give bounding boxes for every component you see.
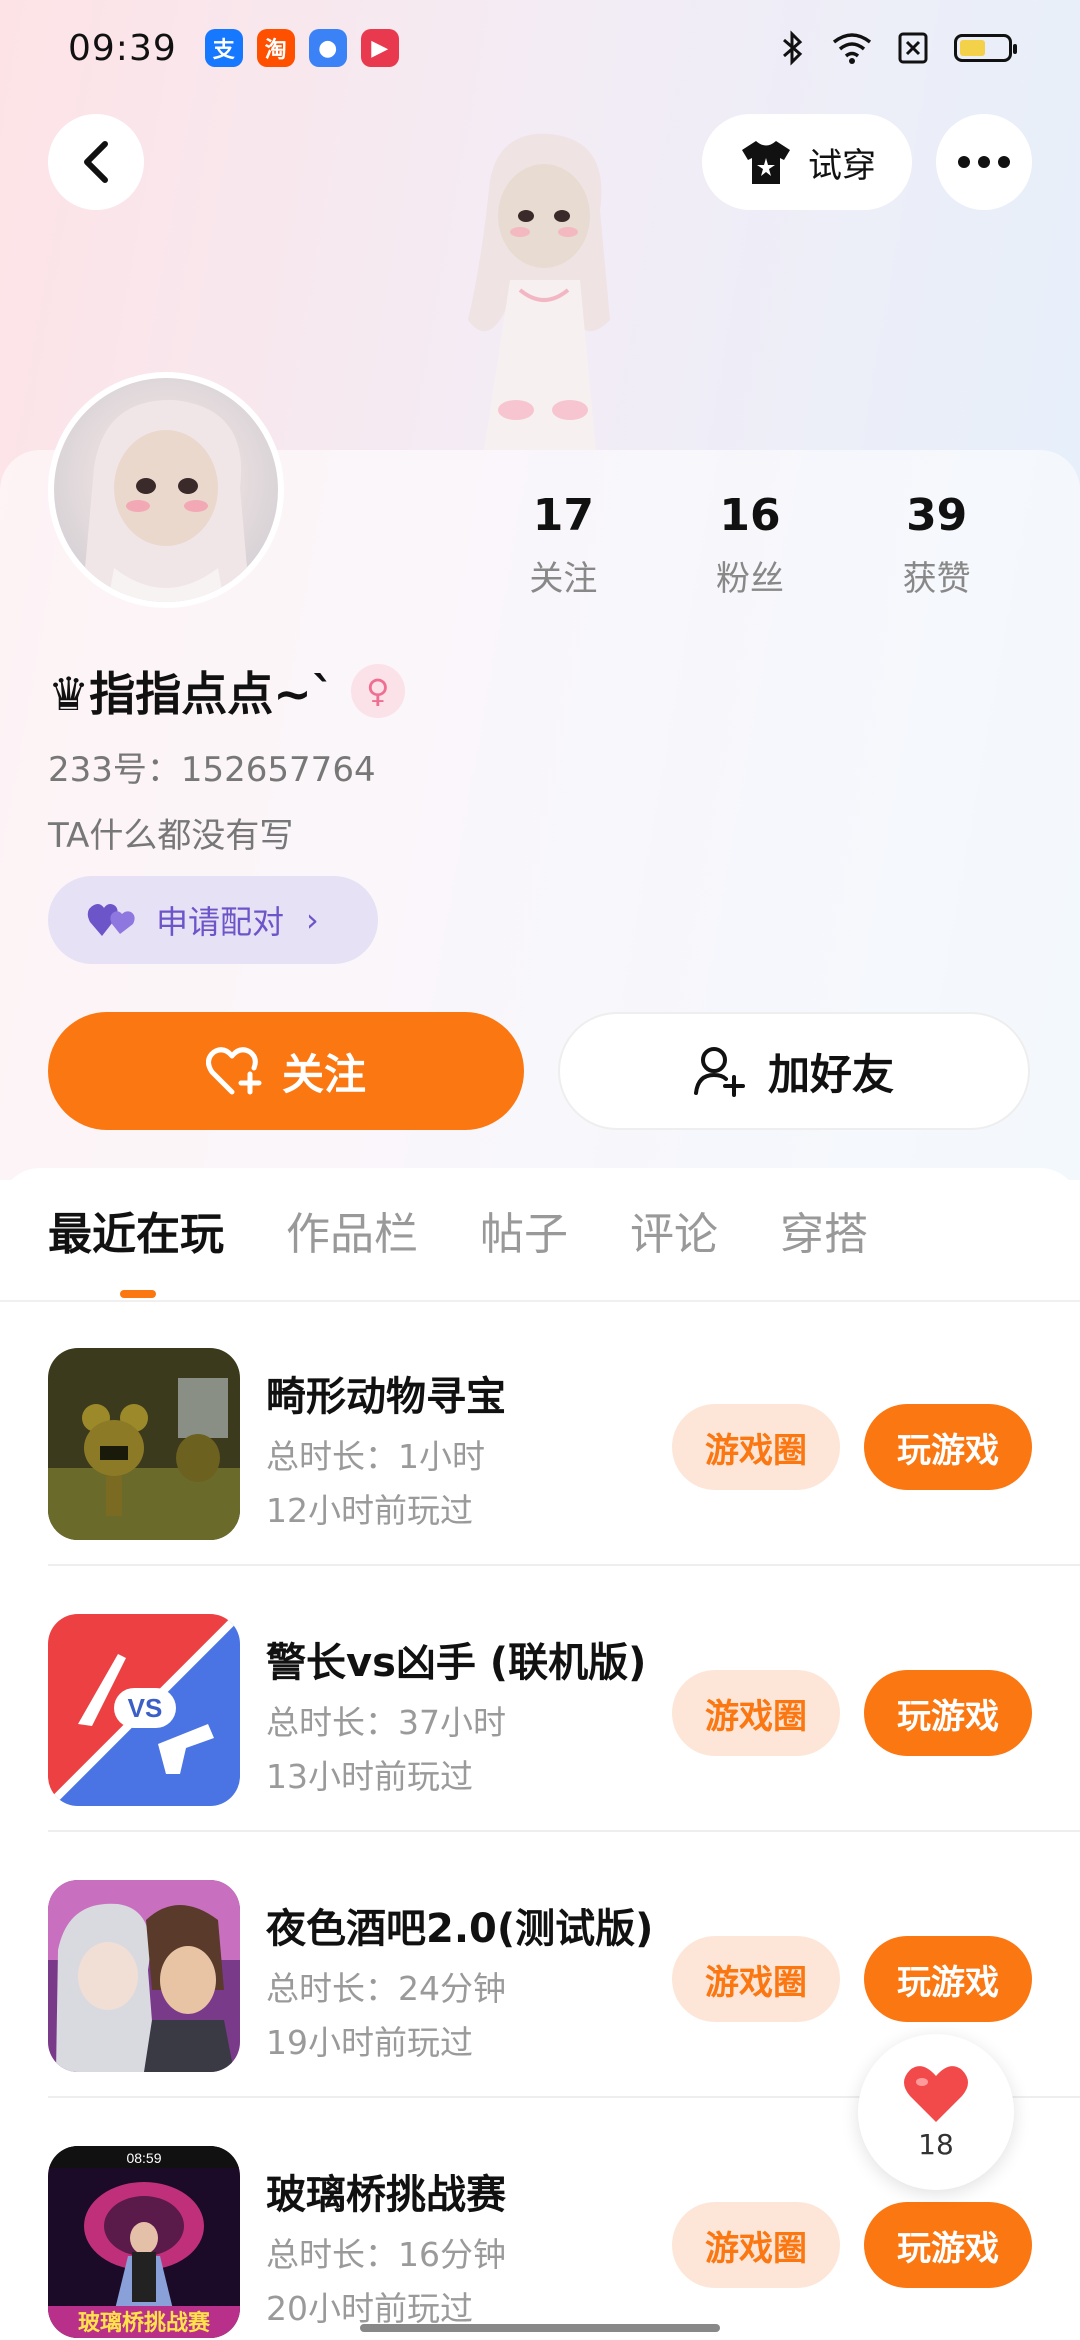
stat-followers-label: 粉丝 — [716, 559, 784, 599]
tab-works[interactable]: 作品栏 — [286, 1198, 418, 1262]
add-user-icon — [693, 1047, 745, 1097]
like-count: 18 — [918, 2127, 954, 2161]
game-title: 夜色酒吧2.0(测试版) — [266, 1906, 654, 1952]
monster-game-artwork — [48, 1348, 240, 1540]
follow-label: 关注 — [281, 1049, 366, 1099]
game-timer-text: 08:59 — [126, 2150, 161, 2166]
status-bar: 09:39 支 淘 ● ▶ — [0, 0, 1080, 96]
game-total-duration: 总时长：1小时 — [266, 1437, 485, 1476]
play-game-button[interactable]: 玩游戏 — [864, 1404, 1032, 1490]
stat-following-label: 关注 — [529, 559, 598, 599]
game-last-played: 19小时前玩过 — [266, 2023, 473, 2062]
profile-stats: 17 关注 16 粉丝 39 获赞 — [470, 490, 1030, 600]
game-last-played: 12小时前玩过 — [266, 1491, 473, 1530]
heart-icon — [904, 2065, 968, 2122]
active-tab-indicator — [120, 1290, 156, 1298]
alipay-icon: 支 — [204, 29, 243, 67]
game-circle-button[interactable]: 游戏圈 — [672, 1936, 840, 2022]
like-floating-button[interactable]: 18 — [858, 2034, 1014, 2190]
game-total-duration: 总时长：16分钟 — [266, 2235, 506, 2274]
game-last-played: 20小时前玩过 — [266, 2289, 473, 2328]
stat-followers[interactable]: 16 粉丝 — [657, 490, 844, 600]
game-banner-text: 玻璃桥挑战赛 — [78, 2310, 211, 2336]
taobao-icon: 淘 — [256, 29, 295, 67]
game-title: 警长vs凶手 (联机版) — [266, 1640, 647, 1686]
stat-likes[interactable]: 39 获赞 — [843, 490, 1030, 600]
tab-posts[interactable]: 帖子 — [480, 1198, 568, 1262]
glass-bridge-artwork: 08:59 玻璃桥挑战赛 — [48, 2146, 240, 2338]
profile-tabs: 最近在玩 作品栏 帖子 评论 穿搭 — [48, 1198, 868, 1262]
stat-following-count: 17 — [532, 490, 594, 541]
try-on-label: 试穿 — [808, 145, 876, 186]
avatar-character-figure — [468, 133, 610, 450]
status-time: 09:39 — [68, 27, 177, 69]
play-game-button[interactable]: 玩游戏 — [864, 1670, 1032, 1756]
more-dots-icon — [958, 156, 1010, 168]
home-indicator[interactable] — [360, 2324, 720, 2332]
game-total-duration: 总时长：37小时 — [266, 1703, 506, 1742]
no-sim-icon — [898, 32, 928, 64]
game-icon[interactable] — [48, 1348, 240, 1540]
sheriff-vs-killer-artwork: VS — [48, 1614, 240, 1806]
night-bar-artwork — [48, 1880, 240, 2072]
more-options-button[interactable] — [936, 114, 1032, 210]
list-item[interactable]: VS 警长vs凶手 (联机版) 总时长：37小时 13小时前玩过 游戏圈 玩游戏 — [48, 1566, 1080, 1832]
username: ♛指指点点~` — [48, 667, 335, 721]
stat-followers-count: 16 — [719, 490, 781, 541]
chevron-left-icon — [84, 141, 108, 183]
stat-likes-label: 获赞 — [902, 559, 971, 599]
stat-following[interactable]: 17 关注 — [470, 490, 657, 600]
chat-bubble-icon: ● — [308, 29, 347, 67]
game-title: 玻璃桥挑战赛 — [266, 2172, 506, 2218]
request-pairing-label: 申请配对 — [156, 903, 285, 941]
tab-recently-played[interactable]: 最近在玩 — [48, 1198, 224, 1262]
try-on-button[interactable]: 试穿 — [702, 114, 912, 210]
status-app-icons: 支 淘 ● ▶ — [204, 29, 399, 67]
battery-icon — [954, 34, 1017, 62]
game-icon[interactable] — [48, 1880, 240, 2072]
game-total-duration: 总时长：24分钟 — [266, 1969, 506, 2008]
avatar[interactable] — [48, 372, 284, 608]
add-friend-label: 加好友 — [767, 1049, 894, 1099]
game-last-played: 13小时前玩过 — [266, 1757, 473, 1796]
heart-plus-icon — [205, 1047, 262, 1095]
video-icon: ▶ — [360, 29, 399, 67]
vs-badge-text: VS — [128, 1693, 163, 1723]
double-heart-icon — [87, 904, 135, 936]
avatar-image — [82, 399, 250, 602]
tshirt-icon — [742, 141, 790, 184]
bluetooth-icon — [783, 30, 803, 66]
add-friend-button[interactable]: 加好友 — [558, 1012, 1030, 1130]
back-button[interactable] — [48, 114, 144, 210]
play-game-button[interactable]: 玩游戏 — [864, 1936, 1032, 2022]
play-game-button[interactable]: 玩游戏 — [864, 2202, 1032, 2288]
wifi-icon — [832, 33, 872, 64]
user-bio: TA什么都没有写 — [48, 816, 294, 856]
female-gender-icon: ♀ — [350, 664, 405, 718]
game-title: 畸形动物寻宝 — [266, 1374, 506, 1420]
game-circle-button[interactable]: 游戏圈 — [672, 1404, 840, 1490]
username-row: ♛指指点点~` ♀ — [48, 658, 405, 724]
follow-button[interactable]: 关注 — [48, 1012, 524, 1130]
user-id: 233号：152657764 — [48, 750, 376, 790]
game-icon[interactable]: VS — [48, 1614, 240, 1806]
stat-likes-count: 39 — [906, 490, 968, 541]
list-item[interactable]: 畸形动物寻宝 总时长：1小时 12小时前玩过 游戏圈 玩游戏 — [48, 1300, 1080, 1566]
game-icon[interactable]: 08:59 玻璃桥挑战赛 — [48, 2146, 240, 2338]
tab-outfits[interactable]: 穿搭 — [780, 1198, 868, 1262]
status-indicators — [780, 30, 1017, 66]
request-pairing-button[interactable]: 申请配对 › — [48, 876, 378, 964]
tab-comments[interactable]: 评论 — [630, 1198, 718, 1262]
game-circle-button[interactable]: 游戏圈 — [672, 2202, 840, 2288]
game-circle-button[interactable]: 游戏圈 — [672, 1670, 840, 1756]
chevron-right-icon: › — [306, 901, 319, 939]
